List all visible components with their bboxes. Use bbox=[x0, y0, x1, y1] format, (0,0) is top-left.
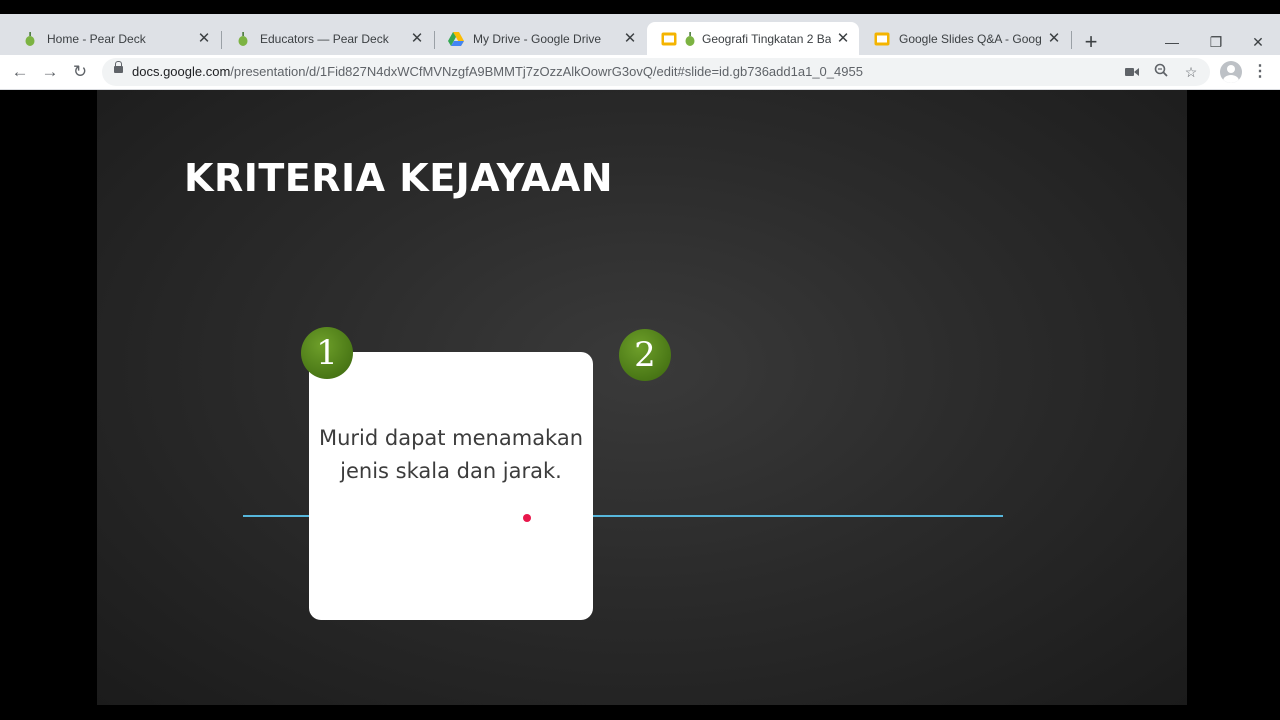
tab-divider bbox=[1071, 31, 1072, 49]
google-slides-icon bbox=[661, 31, 677, 47]
laser-pointer bbox=[523, 514, 531, 522]
bookmark-star-icon[interactable]: ☆ bbox=[1181, 62, 1201, 82]
screen-top-band bbox=[0, 0, 1280, 14]
tab-strip: Home - Pear Deck ✕ Educators — Pear Deck… bbox=[0, 14, 1280, 55]
step-badge-2[interactable]: 2 bbox=[619, 329, 671, 381]
close-icon[interactable]: ✕ bbox=[196, 30, 212, 47]
chalk-timeline-right bbox=[593, 515, 1003, 517]
reload-button[interactable]: ↻ bbox=[68, 60, 92, 84]
pear-deck-icon bbox=[235, 31, 251, 47]
tab-label: Geografi Tingkatan 2 Bab 1 bbox=[702, 31, 831, 46]
minimize-button[interactable]: — bbox=[1150, 30, 1194, 54]
google-drive-icon bbox=[448, 31, 464, 47]
criteria-text: Murid dapat menamakan jenis skala dan ja… bbox=[318, 426, 584, 483]
forward-button[interactable]: → bbox=[38, 60, 62, 84]
tab-label: Home - Pear Deck bbox=[47, 31, 146, 46]
tab-google-slides-qa[interactable]: Google Slides Q&A - Google S ✕ bbox=[860, 22, 1070, 55]
tab-label: Educators — Pear Deck bbox=[260, 31, 389, 46]
tab-label: Google Slides Q&A - Google S bbox=[899, 31, 1042, 46]
pear-deck-icon bbox=[22, 31, 38, 47]
tab-label: My Drive - Google Drive bbox=[473, 31, 602, 46]
url-text: docs.google.com/presentation/d/1Fid827N4… bbox=[132, 64, 863, 79]
lock-icon bbox=[114, 61, 123, 73]
pear-deck-icon bbox=[682, 31, 698, 47]
close-window-button[interactable]: ✕ bbox=[1236, 30, 1280, 54]
presentation-stage: KRITERIA KEJAYAAN Murid dapat menamakan … bbox=[0, 90, 1280, 720]
tab-home-pear-deck[interactable]: Home - Pear Deck ✕ bbox=[8, 22, 220, 55]
criteria-card-1[interactable]: Murid dapat menamakan jenis skala dan ja… bbox=[309, 352, 593, 620]
url-path: /presentation/d/1Fid827N4dxWCfMVNzgfA9BM… bbox=[230, 64, 863, 79]
close-icon[interactable]: ✕ bbox=[1046, 30, 1062, 47]
slide-canvas: KRITERIA KEJAYAAN Murid dapat menamakan … bbox=[97, 90, 1187, 705]
profile-avatar[interactable] bbox=[1220, 61, 1242, 83]
zoom-icon[interactable] bbox=[1151, 62, 1171, 82]
tab-google-drive[interactable]: My Drive - Google Drive ✕ bbox=[434, 22, 646, 55]
close-icon[interactable]: ✕ bbox=[835, 30, 851, 47]
browser-toolbar: ← → ↻ docs.google.com/presentation/d/1Fi… bbox=[0, 55, 1280, 90]
chalk-timeline-left bbox=[243, 515, 309, 517]
step-badge-1[interactable]: 1 bbox=[301, 327, 353, 379]
slide-title: KRITERIA KEJAYAAN bbox=[184, 156, 614, 200]
new-tab-button[interactable]: + bbox=[1080, 31, 1102, 54]
restore-button[interactable]: ❐ bbox=[1194, 30, 1238, 54]
google-slides-icon bbox=[874, 31, 890, 47]
close-icon[interactable]: ✕ bbox=[409, 30, 425, 47]
address-bar[interactable]: docs.google.com/presentation/d/1Fid827N4… bbox=[102, 58, 1210, 86]
tab-geografi-active[interactable]: Geografi Tingkatan 2 Bab 1 ✕ bbox=[647, 22, 859, 55]
video-camera-icon[interactable] bbox=[1122, 62, 1142, 82]
back-button[interactable]: ← bbox=[8, 60, 32, 84]
url-host: docs.google.com bbox=[132, 64, 231, 79]
more-menu-icon[interactable]: ⋮ bbox=[1250, 61, 1270, 83]
tab-educators-pear-deck[interactable]: Educators — Pear Deck ✕ bbox=[221, 22, 433, 55]
close-icon[interactable]: ✕ bbox=[622, 30, 638, 47]
